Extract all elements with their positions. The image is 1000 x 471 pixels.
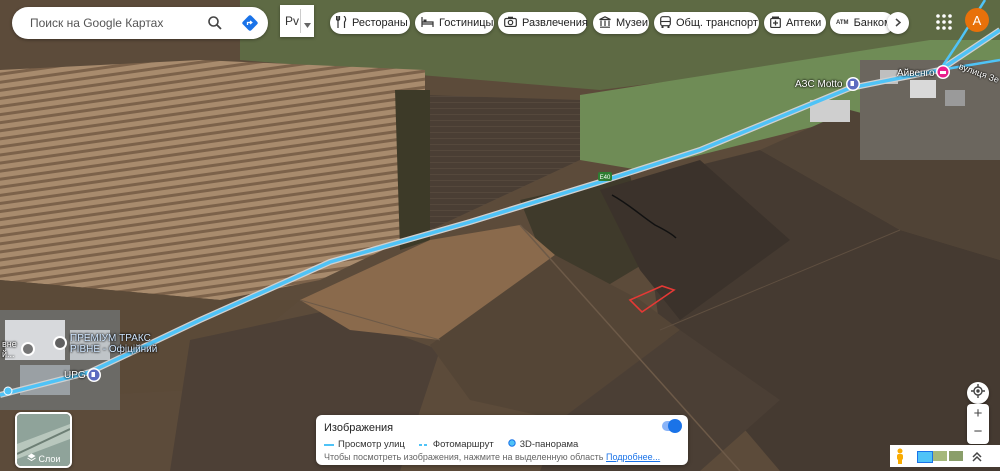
camera-icon (504, 16, 517, 30)
poi-pin-left[interactable] (21, 342, 35, 356)
avatar[interactable]: А (965, 8, 989, 32)
legend-label: Просмотр улиц (338, 439, 405, 450)
pegman-icon[interactable] (895, 448, 905, 469)
search-box[interactable] (12, 7, 268, 39)
imagery-thumb-3[interactable] (949, 451, 963, 461)
google-apps-icon[interactable] (934, 12, 954, 32)
chip-label: Музеи (616, 17, 648, 29)
imagery-thumb-2[interactable] (933, 451, 947, 461)
fork-knife-icon (335, 15, 347, 31)
imagery-hint: Чтобы посмотреть изображения, нажмите на… (324, 452, 660, 462)
atm-icon: ATM (836, 20, 849, 26)
bottom-toolbar (890, 445, 1000, 467)
label-gas-station[interactable]: АЗС Motto (795, 79, 843, 90)
bed-icon (421, 16, 434, 30)
chip-transit[interactable]: Общ. транспорт (654, 12, 759, 34)
imagery-toggle[interactable] (662, 419, 682, 433)
hint-text: Чтобы посмотреть изображения, нажмите на… (324, 452, 604, 462)
chip-pharmacies[interactable]: Аптеки (764, 12, 826, 34)
premium-trax-pin[interactable] (53, 336, 67, 350)
hotel-pin[interactable] (936, 65, 950, 79)
chevron-down-icon (304, 17, 311, 31)
chip-label: Гостиницы (439, 17, 494, 29)
upg-gas-pin[interactable] (87, 368, 101, 382)
expand-up-icon[interactable] (972, 450, 982, 468)
gas-station-pin[interactable] (846, 77, 860, 91)
pharmacy-icon (770, 16, 781, 31)
zoom-out-button[interactable]: − (974, 424, 983, 444)
my-location-button[interactable] (967, 382, 989, 404)
chevron-right-icon (895, 14, 902, 32)
label-left-poi[interactable]: вне й... (2, 339, 17, 359)
toggle-knob (668, 419, 682, 433)
imagery-title: Изображения (324, 422, 394, 434)
chip-label: Развлечения (522, 17, 588, 29)
legend-3d-panorama: 3D-панорама (507, 439, 579, 450)
satellite-map[interactable]: E40 (0, 0, 1000, 471)
chip-label: Общ. транспорт (676, 17, 758, 29)
layers-label: Слои (38, 453, 61, 464)
zoom-controls: + − (967, 404, 989, 444)
categories-next-button[interactable] (887, 12, 909, 34)
legend-label: Фотомаршрут (432, 439, 494, 450)
circle-dot-icon (507, 439, 516, 450)
imagery-panel: Изображения Просмотр улиц Фотомаршрут 3D… (316, 415, 688, 465)
search-icon[interactable] (205, 13, 225, 33)
chip-hotels[interactable]: Гостиницы (415, 12, 494, 34)
zoom-in-button[interactable]: + (974, 404, 983, 424)
directions-icon[interactable] (240, 13, 260, 33)
layers-button[interactable]: Слои (15, 412, 72, 468)
chip-label: Аптеки (786, 17, 822, 29)
dashed-line-icon (418, 439, 429, 450)
chip-restaurants[interactable]: Рестораны (330, 12, 410, 34)
layers-icon (26, 453, 36, 464)
label-upg[interactable]: UPG (64, 370, 86, 381)
museum-icon (599, 15, 611, 31)
legend-street-view: Просмотр улиц (324, 439, 405, 450)
more-link[interactable]: Подробнее... (606, 452, 660, 462)
language-value: Рv (285, 14, 300, 28)
chip-label: Рестораны (352, 17, 408, 29)
bus-icon (660, 15, 671, 31)
solid-line-icon (324, 439, 334, 450)
label-premium-trax[interactable]: ПРЕМІУМ ТРАКС РІВНЕ - Офіційний (70, 333, 157, 355)
chip-entertainment[interactable]: Развлечения (498, 12, 588, 34)
chip-atms[interactable]: ATM Банкоматы (830, 12, 894, 34)
legend-label: 3D-панорама (519, 439, 579, 450)
language-select[interactable]: Рv (280, 5, 314, 37)
search-input[interactable] (28, 15, 202, 31)
chip-museums[interactable]: Музеи (593, 12, 649, 34)
legend-photo-route: Фотомаршрут (418, 439, 494, 450)
road-sign-e40: E40 (600, 175, 611, 181)
street-view-dot[interactable] (3, 386, 13, 396)
divider (300, 9, 301, 33)
crosshair-icon (971, 384, 985, 402)
imagery-legend: Просмотр улиц Фотомаршрут 3D-панорама (324, 439, 578, 450)
label-aivengo[interactable]: Айвенго (897, 68, 935, 79)
imagery-thumb-1[interactable] (917, 451, 933, 463)
